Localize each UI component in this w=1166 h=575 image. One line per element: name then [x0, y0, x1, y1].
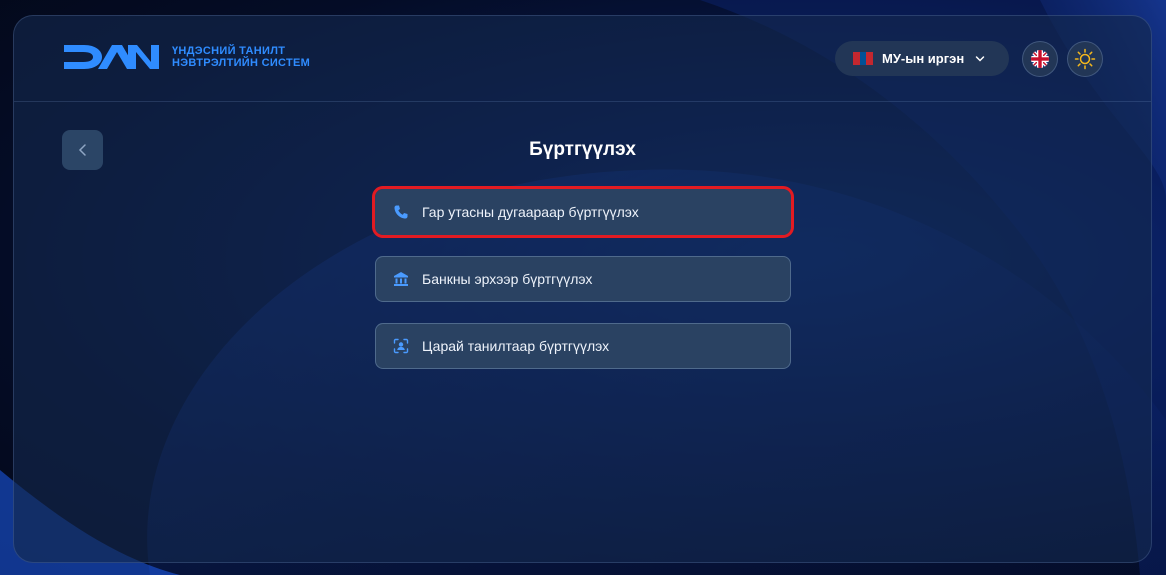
phone-icon — [392, 203, 410, 221]
bank-icon — [392, 270, 410, 288]
uk-flag-icon — [1031, 50, 1049, 68]
main-card: ҮНДЭСНИЙ ТАНИЛТ НЭВТРЭЛТИЙН СИСТЕМ МУ-ын… — [13, 15, 1152, 563]
register-bank-label: Банкны эрхээр бүртгүүлэх — [422, 271, 593, 287]
citizen-type-select[interactable]: МУ-ын иргэн — [835, 41, 1009, 76]
language-button[interactable] — [1022, 41, 1058, 77]
register-face-label: Царай танилтаар бүртгүүлэх — [422, 338, 610, 354]
brand-subtitle-line2: НЭВТРЭЛТИЙН СИСТЕМ — [172, 57, 311, 69]
brand-subtitle: ҮНДЭСНИЙ ТАНИЛТ НЭВТРЭЛТИЙН СИСТЕМ — [172, 45, 310, 69]
register-face-option[interactable]: Царай танилтаар бүртгүүлэх — [375, 323, 791, 369]
page-title: Бүртгүүлэх — [529, 139, 636, 160]
chevron-down-icon — [975, 55, 985, 62]
register-phone-label: Гар утасны дугаараар бүртгүүлэх — [422, 204, 639, 220]
dan-logo-icon — [64, 45, 159, 69]
theme-toggle-button[interactable] — [1067, 41, 1103, 77]
face-scan-icon — [392, 337, 410, 355]
brand-subtitle-line1: ҮНДЭСНИЙ ТАНИЛТ — [172, 45, 286, 57]
register-bank-option[interactable]: Банкны эрхээр бүртгүүлэх — [375, 256, 791, 302]
header-bar: ҮНДЭСНИЙ ТАНИЛТ НЭВТРЭЛТИЙН СИСТЕМ МУ-ын… — [14, 16, 1151, 102]
sun-icon — [1074, 48, 1096, 70]
register-phone-option[interactable]: Гар утасны дугаараар бүртгүүлэх — [372, 186, 794, 238]
brand-logo[interactable]: ҮНДЭСНИЙ ТАНИЛТ НЭВТРЭЛТИЙН СИСТЕМ — [62, 43, 310, 71]
citizen-type-label: МУ-ын иргэн — [882, 51, 965, 66]
mongolia-flag-icon — [853, 52, 874, 65]
